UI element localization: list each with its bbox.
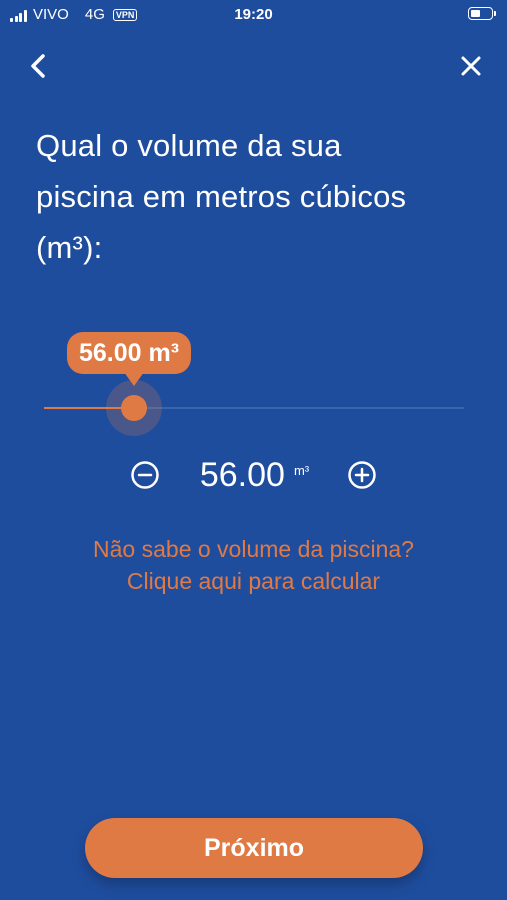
stepper-value: 56.00 m³: [200, 453, 309, 497]
status-bar: VIVO 4G VPN 19:20: [0, 0, 507, 30]
volume-slider[interactable]: 56.00 m³: [44, 332, 464, 436]
plus-circle-icon: [348, 461, 376, 489]
help-link-line: Clique aqui para calcular: [126, 568, 381, 594]
question-title: Qual o volume da sua piscina em metros c…: [36, 120, 476, 273]
slider-value-tooltip: 56.00 m³: [67, 332, 192, 386]
help-link-line: Não sabe o volume da piscina?: [93, 536, 414, 562]
close-icon: [461, 56, 481, 76]
question-line: (m³):: [36, 230, 103, 265]
volume-stepper: 56.00 m³: [0, 452, 507, 498]
battery-icon: [468, 7, 496, 20]
status-time: 19:20: [234, 6, 273, 23]
chevron-left-icon: [31, 54, 45, 78]
back-button[interactable]: [22, 48, 58, 84]
close-button[interactable]: [453, 48, 489, 84]
slider-thumb[interactable]: [121, 395, 147, 421]
calculate-volume-link[interactable]: Não sabe o volume da piscina? Clique aqu…: [0, 533, 507, 597]
minus-circle-icon: [131, 461, 159, 489]
question-line: piscina em metros cúbicos: [36, 179, 407, 214]
increment-button[interactable]: [347, 460, 377, 490]
decrement-button[interactable]: [130, 460, 160, 490]
volume-unit: m³: [293, 463, 310, 478]
volume-value: 56.00: [199, 456, 285, 494]
next-button[interactable]: Próximo: [85, 818, 423, 878]
question-line: Qual o volume da sua: [36, 128, 342, 163]
